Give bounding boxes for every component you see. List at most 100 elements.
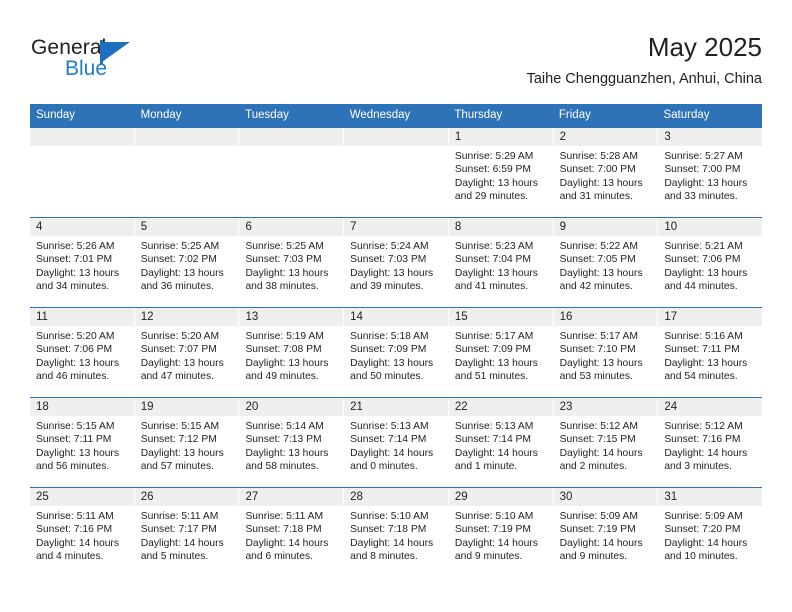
- daylight-text: Daylight: 13 hours and 38 minutes.: [245, 267, 329, 293]
- sunrise-text: Sunrise: 5:12 AM: [559, 421, 639, 432]
- day-cell[interactable]: 5 Sunrise: 5:25 AM Sunset: 7:02 PM Dayli…: [134, 218, 240, 307]
- day-cell[interactable]: 19 Sunrise: 5:15 AM Sunset: 7:12 PM Dayl…: [134, 398, 240, 487]
- general-blue-logo[interactable]: General Blue: [31, 36, 181, 84]
- day-details: Sunrise: 5:23 AM Sunset: 7:04 PM Dayligh…: [449, 236, 553, 294]
- day-cell[interactable]: 15 Sunrise: 5:17 AM Sunset: 7:09 PM Dayl…: [448, 308, 554, 397]
- day-cell[interactable]: 29 Sunrise: 5:10 AM Sunset: 7:19 PM Dayl…: [448, 488, 554, 577]
- daylight-text: Daylight: 13 hours and 42 minutes.: [559, 267, 643, 293]
- day-cell[interactable]: 8 Sunrise: 5:23 AM Sunset: 7:04 PM Dayli…: [448, 218, 554, 307]
- sunrise-text: Sunrise: 5:11 AM: [36, 511, 114, 522]
- week-row: 1 Sunrise: 5:29 AM Sunset: 6:59 PM Dayli…: [30, 128, 763, 217]
- sunset-text: Sunset: 7:07 PM: [140, 344, 217, 356]
- daylight-text: Daylight: 14 hours and 10 minutes.: [664, 537, 748, 563]
- day-cell[interactable]: 28 Sunrise: 5:10 AM Sunset: 7:18 PM Dayl…: [344, 488, 449, 577]
- daylight-text: Daylight: 13 hours and 33 minutes.: [664, 177, 748, 203]
- weekday-header-thursday: Thursday: [454, 109, 503, 121]
- weekday-header-saturday: Saturday: [663, 109, 710, 121]
- day-cell[interactable]: 4 Sunrise: 5:26 AM Sunset: 7:01 PM Dayli…: [30, 218, 135, 307]
- day-cell[interactable]: 2 Sunrise: 5:28 AM Sunset: 7:00 PM Dayli…: [553, 128, 659, 217]
- day-cell[interactable]: 16 Sunrise: 5:17 AM Sunset: 7:10 PM Dayl…: [553, 308, 659, 397]
- day-details: Sunrise: 5:17 AM Sunset: 7:09 PM Dayligh…: [449, 326, 553, 384]
- day-number: 16: [553, 308, 659, 326]
- daylight-text: Daylight: 13 hours and 46 minutes.: [36, 357, 119, 383]
- day-cell[interactable]: 13 Sunrise: 5:19 AM Sunset: 7:08 PM Dayl…: [239, 308, 345, 397]
- sunrise-text: Sunrise: 5:17 AM: [454, 331, 534, 342]
- sunset-text: Sunset: 6:59 PM: [454, 164, 532, 176]
- sunset-text: Sunset: 7:01 PM: [36, 254, 113, 266]
- day-cell[interactable]: 12 Sunrise: 5:20 AM Sunset: 7:07 PM Dayl…: [134, 308, 240, 397]
- sunset-text: Sunset: 7:06 PM: [664, 254, 741, 266]
- sunrise-text: Sunrise: 5:14 AM: [245, 421, 324, 432]
- calendar-page: General Blue May 2025 Taihe Chengguanzhe…: [0, 0, 792, 612]
- sunset-text: Sunset: 7:00 PM: [664, 164, 741, 176]
- week-row: 11 Sunrise: 5:20 AM Sunset: 7:06 PM Dayl…: [30, 307, 763, 397]
- daylight-text: Daylight: 14 hours and 9 minutes.: [559, 537, 643, 563]
- daylight-text: Daylight: 13 hours and 34 minutes.: [36, 267, 119, 293]
- day-details: Sunrise: 5:19 AM Sunset: 7:08 PM Dayligh…: [239, 326, 343, 384]
- sunset-text: Sunset: 7:10 PM: [559, 344, 636, 356]
- daylight-text: Daylight: 14 hours and 0 minutes.: [350, 447, 434, 473]
- sunset-text: Sunset: 7:19 PM: [454, 524, 532, 536]
- day-number: 18: [30, 398, 135, 416]
- day-cell[interactable]: 7 Sunrise: 5:24 AM Sunset: 7:03 PM Dayli…: [344, 218, 449, 307]
- sunset-text: Sunset: 7:11 PM: [664, 344, 740, 356]
- sunset-text: Sunset: 7:15 PM: [559, 434, 636, 446]
- day-details: Sunrise: 5:11 AM Sunset: 7:16 PM Dayligh…: [30, 506, 134, 564]
- day-cell[interactable]: 11 Sunrise: 5:20 AM Sunset: 7:06 PM Dayl…: [30, 308, 135, 397]
- daylight-text: Daylight: 14 hours and 5 minutes.: [140, 537, 224, 563]
- sunset-text: Sunset: 7:16 PM: [664, 434, 741, 446]
- day-cell[interactable]: 30 Sunrise: 5:09 AM Sunset: 7:19 PM Dayl…: [553, 488, 659, 577]
- sunset-text: Sunset: 7:11 PM: [36, 434, 112, 446]
- day-details: Sunrise: 5:20 AM Sunset: 7:07 PM Dayligh…: [135, 326, 239, 384]
- day-cell[interactable]: 14 Sunrise: 5:18 AM Sunset: 7:09 PM Dayl…: [344, 308, 449, 397]
- sunset-text: Sunset: 7:18 PM: [245, 524, 322, 536]
- sunset-text: Sunset: 7:03 PM: [350, 254, 427, 266]
- day-number: 3: [658, 128, 763, 146]
- sunset-text: Sunset: 7:18 PM: [350, 524, 427, 536]
- day-cell[interactable]: 21 Sunrise: 5:13 AM Sunset: 7:14 PM Dayl…: [344, 398, 449, 487]
- day-cell[interactable]: 3 Sunrise: 5:27 AM Sunset: 7:00 PM Dayli…: [658, 128, 763, 217]
- day-details: Sunrise: 5:27 AM Sunset: 7:00 PM Dayligh…: [658, 146, 762, 204]
- day-cell[interactable]: 20 Sunrise: 5:14 AM Sunset: 7:13 PM Dayl…: [239, 398, 345, 487]
- day-cell[interactable]: 25 Sunrise: 5:11 AM Sunset: 7:16 PM Dayl…: [30, 488, 135, 577]
- day-cell[interactable]: 18 Sunrise: 5:15 AM Sunset: 7:11 PM Dayl…: [30, 398, 135, 487]
- sunrise-text: Sunrise: 5:19 AM: [245, 331, 324, 342]
- day-cell[interactable]: 6 Sunrise: 5:25 AM Sunset: 7:03 PM Dayli…: [239, 218, 345, 307]
- day-number: 22: [448, 398, 554, 416]
- day-number: 21: [344, 398, 449, 416]
- day-cell[interactable]: 26 Sunrise: 5:11 AM Sunset: 7:17 PM Dayl…: [134, 488, 240, 577]
- day-cell[interactable]: [239, 128, 345, 217]
- daylight-text: Daylight: 14 hours and 4 minutes.: [36, 537, 119, 563]
- day-cell[interactable]: 9 Sunrise: 5:22 AM Sunset: 7:05 PM Dayli…: [553, 218, 659, 307]
- day-details: Sunrise: 5:13 AM Sunset: 7:14 PM Dayligh…: [449, 416, 553, 474]
- day-cell[interactable]: 1 Sunrise: 5:29 AM Sunset: 6:59 PM Dayli…: [448, 128, 554, 217]
- day-details: Sunrise: 5:11 AM Sunset: 7:17 PM Dayligh…: [135, 506, 239, 564]
- day-cell[interactable]: 17 Sunrise: 5:16 AM Sunset: 7:11 PM Dayl…: [658, 308, 763, 397]
- sunset-text: Sunset: 7:04 PM: [454, 254, 532, 266]
- sunset-text: Sunset: 7:09 PM: [454, 344, 532, 356]
- day-number: 11: [30, 308, 135, 326]
- title-block: May 2025 Taihe Chengguanzhen, Anhui, Chi…: [527, 32, 762, 88]
- day-cell[interactable]: 10 Sunrise: 5:21 AM Sunset: 7:06 PM Dayl…: [658, 218, 763, 307]
- sunrise-text: Sunrise: 5:18 AM: [350, 331, 429, 342]
- day-cell[interactable]: [30, 128, 135, 217]
- day-number: 4: [30, 218, 135, 236]
- day-cell[interactable]: 23 Sunrise: 5:12 AM Sunset: 7:15 PM Dayl…: [553, 398, 659, 487]
- day-cell[interactable]: 22 Sunrise: 5:13 AM Sunset: 7:14 PM Dayl…: [448, 398, 554, 487]
- day-cell[interactable]: [134, 128, 240, 217]
- page-title: May 2025: [647, 32, 762, 62]
- page-header: General Blue May 2025 Taihe Chengguanzhe…: [0, 0, 792, 100]
- day-cell[interactable]: [344, 128, 449, 217]
- sunrise-text: Sunrise: 5:29 AM: [454, 151, 534, 162]
- day-number: 23: [553, 398, 659, 416]
- sunset-text: Sunset: 7:13 PM: [245, 434, 322, 446]
- day-details: Sunrise: 5:12 AM Sunset: 7:15 PM Dayligh…: [554, 416, 658, 474]
- day-number: 13: [239, 308, 345, 326]
- day-cell[interactable]: 31 Sunrise: 5:09 AM Sunset: 7:20 PM Dayl…: [658, 488, 763, 577]
- sunset-text: Sunset: 7:19 PM: [559, 524, 636, 536]
- day-number: 6: [239, 218, 345, 236]
- day-cell[interactable]: 24 Sunrise: 5:12 AM Sunset: 7:16 PM Dayl…: [658, 398, 763, 487]
- day-number: [239, 128, 345, 146]
- day-cell[interactable]: 27 Sunrise: 5:11 AM Sunset: 7:18 PM Dayl…: [239, 488, 345, 577]
- day-number: 8: [448, 218, 554, 236]
